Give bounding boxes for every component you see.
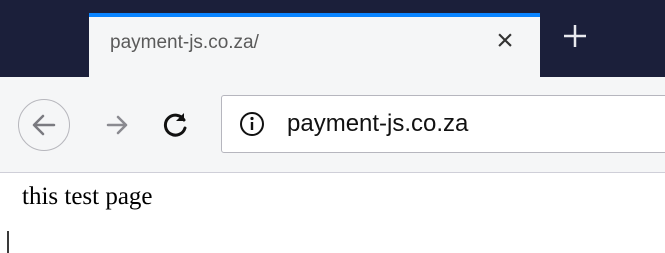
url-bar[interactable]: payment-js.co.za <box>221 95 665 153</box>
plus-icon <box>564 25 586 47</box>
reload-icon <box>163 113 187 137</box>
tab-title: payment-js.co.za/ <box>110 32 259 53</box>
reload-button[interactable] <box>156 105 196 145</box>
site-info-button[interactable] <box>236 108 268 140</box>
page-content: this test page <box>0 173 665 253</box>
forward-button[interactable] <box>98 105 138 145</box>
arrow-right-icon <box>106 115 128 135</box>
page-edge-marker <box>7 231 9 253</box>
arrow-left-icon <box>32 114 56 136</box>
active-tab[interactable]: payment-js.co.za/ × <box>89 13 540 77</box>
url-text: payment-js.co.za <box>287 110 469 137</box>
tab-strip: payment-js.co.za/ × <box>0 0 665 77</box>
page-body-text: this test page <box>22 183 153 210</box>
new-tab-button[interactable] <box>555 18 595 58</box>
navigation-toolbar: payment-js.co.za <box>0 77 665 173</box>
info-icon <box>240 112 264 136</box>
back-button[interactable] <box>18 99 70 151</box>
close-icon[interactable]: × <box>491 26 519 56</box>
